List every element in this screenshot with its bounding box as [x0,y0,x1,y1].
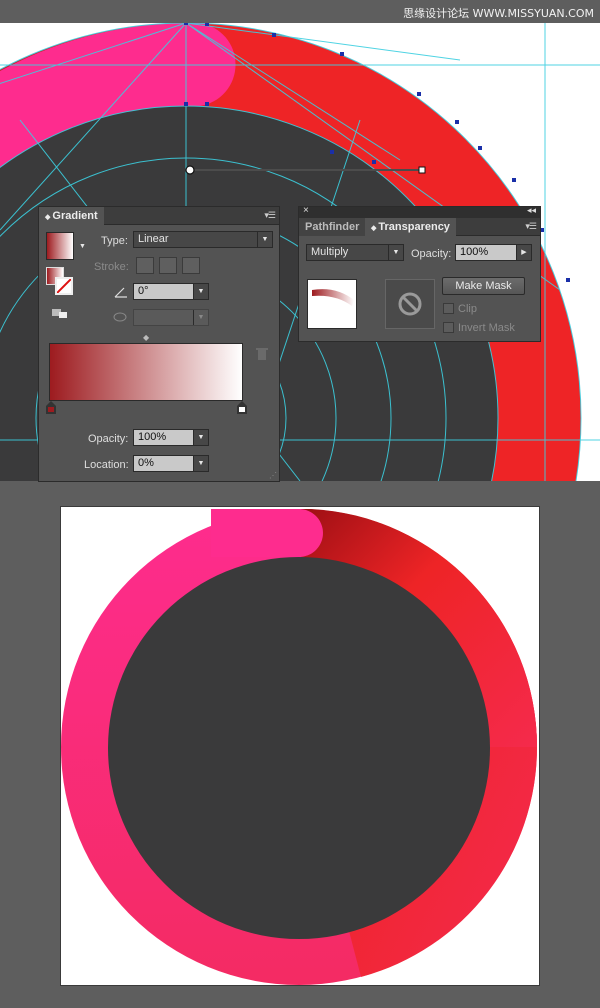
transparency-opacity-label: Opacity: [411,248,452,260]
chevron-down-icon: ▼ [193,284,208,299]
make-mask-button[interactable]: Make Mask [442,277,525,295]
thumbnail-artwork [312,289,354,306]
aspect-ratio-icon [112,311,128,326]
gradient-panel: ◆ Gradient ▾☰ ▼ Type: Linear ▼ Stroke: 0°… [38,206,280,482]
panel-menu-icon[interactable]: ▾☰ [525,221,537,232]
trash-icon[interactable] [256,347,268,364]
location-field[interactable]: 0% ▼ [133,455,209,472]
mask-thumbnail[interactable] [385,279,435,329]
watermark-text: 思缘设计论坛 WWW.MISSYUAN.COM [403,7,594,20]
blend-mode-select[interactable]: Multiply ▼ [306,244,404,261]
swatch-dropdown-icon[interactable]: ▼ [79,243,86,250]
gradient-swatch[interactable] [46,232,74,260]
center-disc [108,557,490,939]
type-select[interactable]: Linear ▼ [133,231,273,248]
aspect-ratio-field: ▼ [133,309,209,326]
gradient-opacity-label: Opacity: [88,433,129,445]
artboard-result[interactable] [60,506,540,986]
stroke-across-button[interactable] [182,257,200,274]
location-label: Location: [84,459,129,471]
chevron-down-icon: ▼ [193,430,208,445]
annotator-origin [185,165,195,175]
chevron-down-icon: ▼ [193,310,208,325]
tab-transparency[interactable]: ◆ Transparency [365,218,456,236]
no-mask-icon [398,292,422,316]
invert-mask-label: Invert Mask [458,322,515,334]
annotator-end [418,166,426,174]
object-thumbnail[interactable] [307,279,357,329]
transparency-tabstrip: Pathfinder ◆ Transparency ▾☰ [299,218,540,236]
collapse-panel-icon[interactable]: ◂◂ [527,205,536,216]
result-artwork [61,509,538,985]
panel-menu-icon[interactable]: ▾☰ [264,210,276,221]
angle-icon [114,286,128,301]
tab-pathfinder[interactable]: Pathfinder [299,218,366,236]
pink-arc-cap [211,509,323,557]
collapse-arrows-icon: ◆ [45,214,51,221]
type-label: Type: [101,235,128,247]
panel-titlebar: × ◂◂ [299,205,540,218]
gradient-midpoint-icon[interactable]: ◆ [143,333,149,342]
gradient-opacity-field[interactable]: 100% ▼ [133,429,209,446]
close-x-icon[interactable]: × [303,205,309,216]
chevron-down-icon: ▼ [193,456,208,471]
color-stop-icon[interactable] [237,401,247,418]
tab-gradient[interactable]: ◆ Gradient [39,207,104,225]
transparency-opacity-field[interactable]: 100% ▶ [455,244,532,261]
gradient-panel-tabstrip: ◆ Gradient ▾☰ [39,207,279,225]
invert-mask-checkbox[interactable] [443,322,454,333]
top-bar: 思缘设计论坛 WWW.MISSYUAN.COM [0,0,600,23]
chevron-down-icon: ▼ [257,232,272,247]
none-stroke-icon [56,278,72,294]
reverse-gradient-icon[interactable] [52,307,68,319]
clip-checkbox[interactable] [443,303,454,314]
resize-grip-icon[interactable]: ⋰ [269,471,277,480]
color-stop-icon[interactable] [46,401,56,418]
stroke-swatch[interactable] [55,277,73,295]
gradient-ramp[interactable] [49,343,243,401]
stroke-along-button[interactable] [159,257,177,274]
chevron-down-icon: ▼ [388,245,403,260]
transparency-panel: × ◂◂ Pathfinder ◆ Transparency ▾☰ Multipl… [298,205,541,342]
stroke-within-button[interactable] [136,257,154,274]
collapse-arrows-icon: ◆ [371,225,377,232]
clip-label: Clip [458,303,477,315]
chevron-right-icon: ▶ [516,245,531,260]
stroke-label: Stroke: [94,261,129,273]
angle-field[interactable]: 0° ▼ [133,283,209,300]
